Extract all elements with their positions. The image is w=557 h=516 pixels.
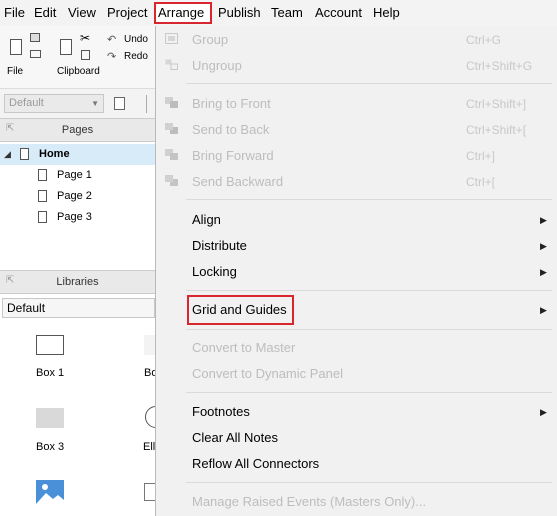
page-icon — [38, 169, 47, 181]
menu-project[interactable]: Project — [104, 3, 150, 23]
menu-item-send-to-back[interactable]: Send to Back — [192, 118, 269, 142]
menu-account[interactable]: Account — [312, 3, 365, 23]
image-icon[interactable] — [36, 480, 64, 504]
menu-publish[interactable]: Publish — [215, 3, 264, 23]
bring-to-front-icon — [165, 97, 178, 108]
placeholder-icon[interactable] — [144, 483, 155, 501]
menu-help[interactable]: Help — [370, 3, 403, 23]
style-select[interactable]: Default ▼ — [4, 94, 104, 113]
pages-tree: ◢ Home Page 1 Page 2 Page 3 — [0, 142, 155, 268]
send-to-back-icon — [165, 123, 178, 134]
page-label: Page 1 — [57, 169, 92, 181]
submenu-arrow-icon: ▶ — [540, 305, 547, 315]
toolbar-divider — [146, 95, 147, 113]
menu-arrange[interactable]: Arrange — [154, 2, 212, 24]
menu-item-convert-to-dynamic-panel[interactable]: Convert to Dynamic Panel — [192, 362, 343, 386]
menu-separator — [186, 83, 552, 84]
bring-forward-icon — [165, 149, 178, 160]
shortcut-bring-forward: Ctrl+] — [466, 149, 496, 163]
shortcut-send-to-back: Ctrl+Shift+[ — [466, 123, 527, 137]
undo-button[interactable]: Undo — [124, 34, 148, 45]
open-folder-icon[interactable] — [30, 50, 41, 58]
menu-item-bring-to-front[interactable]: Bring to Front — [192, 92, 271, 116]
box-outline-icon[interactable] — [144, 335, 155, 355]
menu-separator — [186, 482, 552, 483]
submenu-arrow-icon: ▶ — [540, 241, 547, 251]
menu-file[interactable]: File — [1, 3, 28, 23]
menu-separator — [186, 290, 552, 291]
widget-label-box-3: Box 3 — [36, 441, 65, 453]
page-label: Page 3 — [57, 211, 92, 223]
pages-panel-title: Pages — [61, 124, 94, 136]
file-group-label: File — [7, 66, 24, 77]
menu-bar: File Edit View Project Arrange Publish T… — [0, 0, 557, 26]
menu-item-bring-forward[interactable]: Bring Forward — [192, 144, 274, 168]
box-filled-icon[interactable] — [36, 408, 64, 428]
submenu-arrow-icon: ▶ — [540, 215, 547, 225]
menu-item-reflow-all-connectors[interactable]: Reflow All Connectors — [192, 452, 319, 476]
undo-icon[interactable]: ↶ — [107, 33, 116, 46]
menu-view[interactable]: View — [65, 3, 99, 23]
redo-icon[interactable]: ↷ — [107, 50, 116, 63]
menu-separator — [186, 199, 552, 200]
pages-panel-header: ⇱ Pages — [0, 118, 155, 142]
box-outline-icon[interactable] — [36, 335, 64, 355]
style-editor-icon[interactable] — [114, 97, 125, 110]
save-icon[interactable] — [30, 33, 40, 42]
libraries-panel-header: ⇱ Libraries — [0, 270, 155, 294]
arrange-menu: Group Ctrl+G Ungroup Ctrl+Shift+G Bring … — [155, 26, 557, 516]
page-item-page-1[interactable]: Page 1 — [0, 165, 155, 186]
style-select-value: Default — [9, 97, 44, 109]
page-icon — [38, 190, 47, 202]
page-icon — [38, 211, 47, 223]
page-label: Home — [39, 148, 70, 160]
page-item-page-3[interactable]: Page 3 — [0, 207, 155, 228]
library-widgets: Box 1 Bo Box 3 Elli — [0, 320, 167, 516]
clipboard-group-label: Clipboard — [57, 66, 100, 77]
menu-item-footnotes[interactable]: Footnotes — [192, 400, 250, 424]
menu-team[interactable]: Team — [268, 3, 306, 23]
menu-item-manage-raised-events[interactable]: Manage Raised Events (Masters Only)... — [192, 490, 426, 514]
widget-label-box-1: Box 1 — [36, 367, 65, 379]
library-select[interactable]: Default — [2, 298, 155, 318]
menu-item-send-backward[interactable]: Send Backward — [192, 170, 283, 194]
expand-triangle-icon[interactable]: ◢ — [4, 144, 11, 165]
paste-icon[interactable] — [60, 39, 72, 55]
cut-icon[interactable]: ✂ — [80, 31, 90, 45]
send-backward-icon — [165, 175, 178, 186]
ungroup-icon — [165, 59, 178, 70]
style-toolbar: Default ▼ — [0, 88, 155, 119]
submenu-arrow-icon: ▶ — [540, 267, 547, 277]
copy-icon[interactable] — [81, 50, 90, 60]
page-icon — [20, 148, 29, 160]
redo-button[interactable]: Redo — [124, 51, 148, 62]
menu-item-convert-to-master[interactable]: Convert to Master — [192, 336, 295, 360]
page-item-home[interactable]: ◢ Home — [0, 144, 155, 165]
new-file-icon[interactable] — [10, 39, 22, 55]
page-item-page-2[interactable]: Page 2 — [0, 186, 155, 207]
libraries-panel-title: Libraries — [56, 276, 99, 288]
menu-item-distribute[interactable]: Distribute — [192, 234, 247, 258]
toolbar: File ✂ Clipboard ↶ Undo ↷ Redo — [0, 26, 155, 88]
menu-item-ungroup[interactable]: Ungroup — [192, 54, 242, 78]
group-icon — [165, 33, 178, 44]
menu-separator — [186, 392, 552, 393]
highlight-box — [187, 295, 294, 325]
page-label: Page 2 — [57, 190, 92, 202]
submenu-arrow-icon: ▶ — [540, 407, 547, 417]
shortcut-group: Ctrl+G — [466, 33, 502, 47]
shortcut-ungroup: Ctrl+Shift+G — [466, 59, 533, 73]
chevron-down-icon: ▼ — [91, 99, 99, 108]
menu-edit[interactable]: Edit — [31, 3, 59, 23]
menu-item-locking[interactable]: Locking — [192, 260, 237, 284]
menu-item-group[interactable]: Group — [192, 28, 228, 52]
menu-separator — [186, 329, 552, 330]
menu-item-clear-all-notes[interactable]: Clear All Notes — [192, 426, 278, 450]
menu-item-align[interactable]: Align — [192, 208, 221, 232]
shortcut-bring-to-front: Ctrl+Shift+] — [466, 97, 527, 111]
shortcut-send-backward: Ctrl+[ — [466, 175, 496, 189]
